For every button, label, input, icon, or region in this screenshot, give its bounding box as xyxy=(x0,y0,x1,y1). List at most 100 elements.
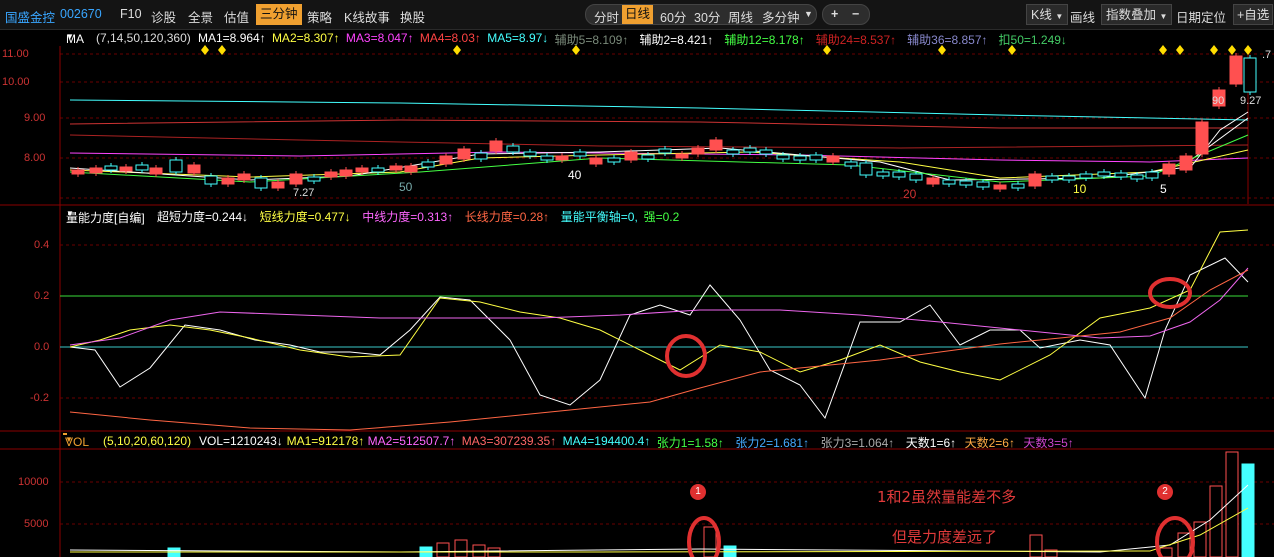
force-tick: 0.0 xyxy=(34,341,50,353)
cycle-label-40: 40 xyxy=(568,168,582,182)
candle xyxy=(909,173,923,181)
index-overlay-dropdown[interactable]: 指数叠加 ▼ xyxy=(1101,4,1173,25)
diamond-marker xyxy=(1159,45,1167,55)
vol_line-item: 天数2=6↑ xyxy=(964,436,1015,450)
candle xyxy=(89,167,103,174)
kline-dropdown[interactable]: K线 ▼ xyxy=(1026,4,1069,25)
diamond-marker xyxy=(1210,45,1218,55)
candle xyxy=(389,165,403,171)
long-force-line xyxy=(69,269,1249,431)
candle xyxy=(793,155,807,161)
candle xyxy=(976,181,990,188)
candle xyxy=(892,171,906,178)
candle xyxy=(307,176,321,182)
tab-strategy[interactable]: 策略 xyxy=(307,7,332,26)
vol-params: (5,10,20,60,120) xyxy=(103,434,192,448)
candle xyxy=(743,147,757,153)
volume-bar xyxy=(487,547,501,557)
tab-panorama[interactable]: 全景 xyxy=(188,7,213,26)
period-30min[interactable]: 30分 xyxy=(694,7,720,26)
cycle-label-10: 10 xyxy=(1073,182,1087,196)
chevron-down-icon[interactable]: ▼ xyxy=(804,9,813,19)
highlight-circle-2 xyxy=(1148,277,1192,309)
date-locate-button[interactable]: 日期定位 xyxy=(1176,7,1226,26)
volume-bar xyxy=(1177,532,1191,557)
force_line-item: 量能平衡轴=0, xyxy=(560,210,638,224)
tab-f10[interactable]: F10 xyxy=(120,7,142,21)
vol-tick: 10000 xyxy=(18,476,49,488)
period-60min[interactable]: 60分 xyxy=(660,7,686,26)
stock-name: 国盛金控 xyxy=(5,11,56,25)
period-weekly[interactable]: 周线 xyxy=(728,7,753,26)
ma_line-item: 辅助5=8.109↑ xyxy=(554,33,629,47)
candle xyxy=(859,162,873,176)
high-price-label: 9.27 xyxy=(1240,95,1262,107)
force-grid xyxy=(60,244,1274,399)
tab-three-minute[interactable]: 三分钟 xyxy=(256,4,302,25)
zoom-out-icon[interactable]: − xyxy=(852,7,859,21)
candle xyxy=(489,140,503,152)
ma-lines xyxy=(69,99,1249,183)
volume-bar xyxy=(703,526,717,557)
period-intraday[interactable]: 分时 xyxy=(594,7,619,26)
candle xyxy=(658,148,672,154)
force-tick: -0.2 xyxy=(30,392,49,404)
cycle-label-5: 5 xyxy=(1160,182,1167,196)
candle xyxy=(624,151,638,161)
candle xyxy=(573,151,587,157)
vol-selector[interactable]: VOL ▼ xyxy=(63,433,89,449)
force-tick: 0.2 xyxy=(34,290,50,302)
ma_line-item: MA1=8.964↑ xyxy=(198,31,266,45)
indicator-label: 量能力度[自编] xyxy=(66,211,145,225)
volume-bar xyxy=(472,544,486,557)
ma_line-item: MA4=8.03↑ xyxy=(419,31,481,45)
candle xyxy=(942,179,956,185)
low-price-label: 7.27 xyxy=(293,187,315,199)
zoom-control: + − xyxy=(822,4,870,25)
candle xyxy=(169,159,183,173)
diamond-marker xyxy=(1244,45,1252,55)
tab-switch-stock[interactable]: 换股 xyxy=(400,7,425,26)
candle xyxy=(1079,173,1093,179)
aux24-line xyxy=(69,134,1249,149)
tab-valuation[interactable]: 估值 xyxy=(224,7,249,26)
kline-label: K线 xyxy=(1031,8,1052,22)
highlight-circle-1 xyxy=(665,334,707,378)
candle xyxy=(1097,171,1111,177)
candle xyxy=(1045,175,1059,181)
candle xyxy=(1062,175,1076,181)
highlight-circle-vol-1 xyxy=(687,516,721,557)
volume-bar xyxy=(167,547,181,557)
candle xyxy=(726,149,740,155)
candle xyxy=(523,151,537,157)
vol-tick: 5000 xyxy=(24,518,49,530)
ma5-line xyxy=(69,99,1249,121)
annotation-badge-1: 1 xyxy=(690,484,706,500)
aux12-line xyxy=(69,134,1249,183)
stock-chart[interactable] xyxy=(0,0,1274,557)
candle xyxy=(959,180,973,186)
volume-ma-lines xyxy=(69,484,1249,553)
overlay-label: 指数叠加 xyxy=(1106,8,1157,22)
chevron-down-icon: ▼ xyxy=(1055,12,1064,21)
zoom-in-icon[interactable]: + xyxy=(831,7,838,21)
vol-grid xyxy=(60,481,1274,525)
candle xyxy=(555,155,569,161)
candle xyxy=(1179,155,1193,171)
volume-bar xyxy=(1209,485,1223,557)
vol_line-item: VOL=1210243↓ xyxy=(199,434,283,448)
period-multi-minute[interactable]: 多分钟 xyxy=(762,7,800,26)
candle xyxy=(1011,183,1025,189)
candle xyxy=(324,171,338,178)
tab-kline-story[interactable]: K线故事 xyxy=(344,7,390,26)
tab-diagnose[interactable]: 诊股 xyxy=(151,7,176,26)
candle xyxy=(371,167,385,173)
volume-bar xyxy=(1193,521,1207,557)
period-daily[interactable]: 日线 xyxy=(622,5,654,24)
force_line-item: 中线力度=0.313↑ xyxy=(362,210,454,224)
add-favorite-button[interactable]: +自选 xyxy=(1233,4,1274,25)
ma3-line xyxy=(69,151,1249,163)
candle xyxy=(457,148,471,160)
draw-line-button[interactable]: 画线 xyxy=(1070,7,1095,26)
candle xyxy=(1243,57,1257,93)
